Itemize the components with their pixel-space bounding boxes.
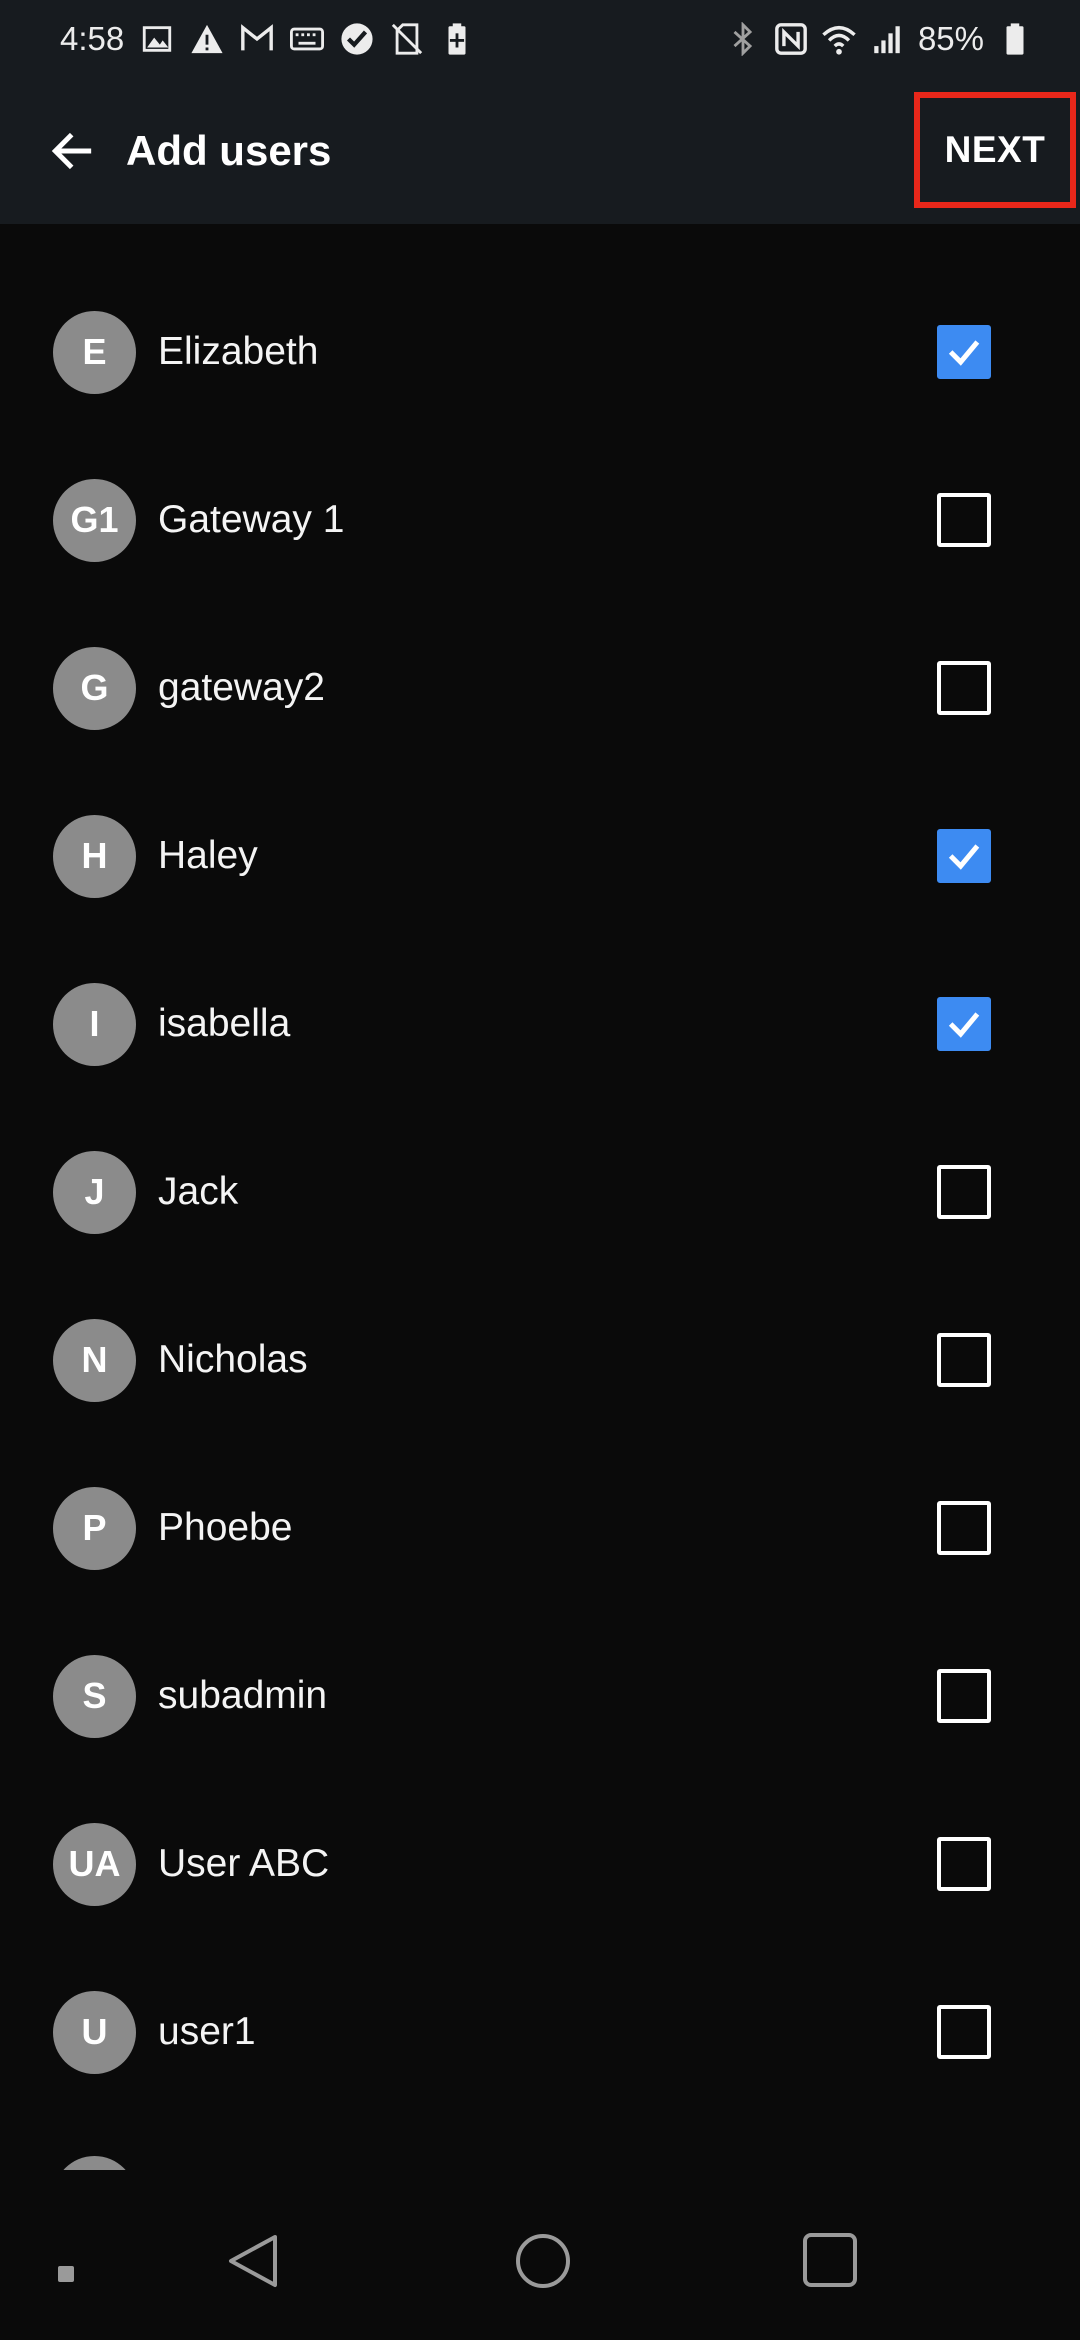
navigation-bar — [0, 2170, 1080, 2340]
checkbox-unchecked[interactable] — [937, 493, 991, 547]
avatar: I — [53, 982, 136, 1066]
add-users-screen: 4:58 85% Add users NEXT E Elizabeth G1 G… — [0, 0, 1080, 2340]
list-item[interactable]: Ssubadmin — [0, 1612, 1080, 1780]
user-name: Phoebe — [158, 1506, 293, 1549]
check-icon — [948, 844, 980, 870]
user-name: user1 — [158, 2010, 256, 2053]
list-item[interactable]: Ggateway2 — [0, 604, 1080, 772]
list-item[interactable]: Iisabella — [0, 940, 1080, 1108]
image-icon — [140, 22, 174, 56]
no-sim-icon — [390, 22, 424, 56]
signal-icon — [870, 22, 904, 56]
page-title: Add users — [126, 127, 332, 174]
wifi-icon — [822, 22, 856, 56]
avatar: J — [53, 1150, 136, 1234]
checkbox-unchecked[interactable] — [937, 661, 991, 715]
user-name: Haley — [158, 834, 258, 877]
back-button[interactable] — [24, 103, 120, 199]
list-item[interactable]: UA User ABC — [0, 1780, 1080, 1948]
app-bar: Add users NEXT — [0, 78, 1080, 224]
list-item[interactable]: E Elizabeth — [0, 268, 1080, 436]
avatar: S — [53, 1654, 136, 1738]
list-item[interactable]: Uuser1 — [0, 1948, 1080, 2116]
user-name: Elizabeth — [158, 330, 319, 373]
avatar: E — [53, 310, 136, 394]
check-badge-icon — [340, 22, 374, 56]
status-time: 4:58 — [60, 20, 125, 57]
checkbox-checked[interactable] — [937, 829, 991, 883]
checkbox-unchecked[interactable] — [937, 1669, 991, 1723]
avatar: H — [53, 814, 136, 898]
user-name: gateway2 — [158, 666, 325, 709]
arrow-back-icon — [51, 132, 92, 170]
user-list[interactable]: E Elizabeth G1 Gateway 1 Ggateway2 H Haley Iisa… — [0, 240, 1080, 2170]
nfc-icon — [774, 22, 808, 56]
user-name: Gateway 1 — [158, 498, 345, 541]
checkbox-unchecked[interactable] — [937, 1165, 991, 1219]
next-button[interactable]: NEXT — [914, 92, 1076, 208]
bluetooth-icon — [726, 22, 760, 56]
avatar: U — [53, 1990, 136, 2074]
status-left: 4:58 — [60, 20, 474, 58]
user-name: Nicholas — [158, 1338, 308, 1381]
status-right: 85% — [726, 20, 1032, 58]
home-circle-icon[interactable] — [512, 2230, 574, 2292]
user-name: User ABC — [158, 1842, 330, 1885]
list-item[interactable]: J Jack — [0, 1108, 1080, 1276]
battery-icon — [998, 22, 1032, 56]
avatar: G — [53, 646, 136, 730]
battery-percent: 85% — [917, 20, 984, 57]
avatar: N — [53, 1318, 136, 1402]
keyboard-icon — [290, 22, 325, 56]
gmail-icon — [240, 22, 274, 56]
user-name: isabella — [158, 1002, 291, 1045]
back-triangle-icon[interactable] — [222, 2230, 284, 2292]
check-icon — [948, 1012, 980, 1038]
checkbox-unchecked[interactable] — [937, 1501, 991, 1555]
recents-dot-icon[interactable] — [54, 2262, 78, 2286]
warning-icon — [190, 22, 224, 56]
list-item[interactable]: N Nicholas — [0, 1276, 1080, 1444]
checkbox-checked[interactable] — [937, 325, 991, 379]
list-item[interactable]: H Haley — [0, 772, 1080, 940]
list-item[interactable]: G1 Gateway 1 — [0, 436, 1080, 604]
checkbox-checked[interactable] — [937, 997, 991, 1051]
battery-saver-icon — [440, 22, 474, 56]
avatar: P — [53, 1486, 136, 1570]
checkbox-unchecked[interactable] — [937, 1333, 991, 1387]
checkbox-unchecked[interactable] — [937, 2005, 991, 2059]
list-item[interactable]: P Phoebe — [0, 1444, 1080, 1612]
overview-square-icon[interactable] — [800, 2230, 860, 2290]
avatar: G1 — [53, 478, 136, 562]
user-name: Jack — [158, 1170, 239, 1213]
check-icon — [948, 340, 980, 366]
user-name: subadmin — [158, 1674, 328, 1717]
avatar: UA — [53, 1822, 136, 1906]
checkbox-unchecked[interactable] — [937, 1837, 991, 1891]
status-bar: 4:58 85% — [0, 0, 1080, 78]
